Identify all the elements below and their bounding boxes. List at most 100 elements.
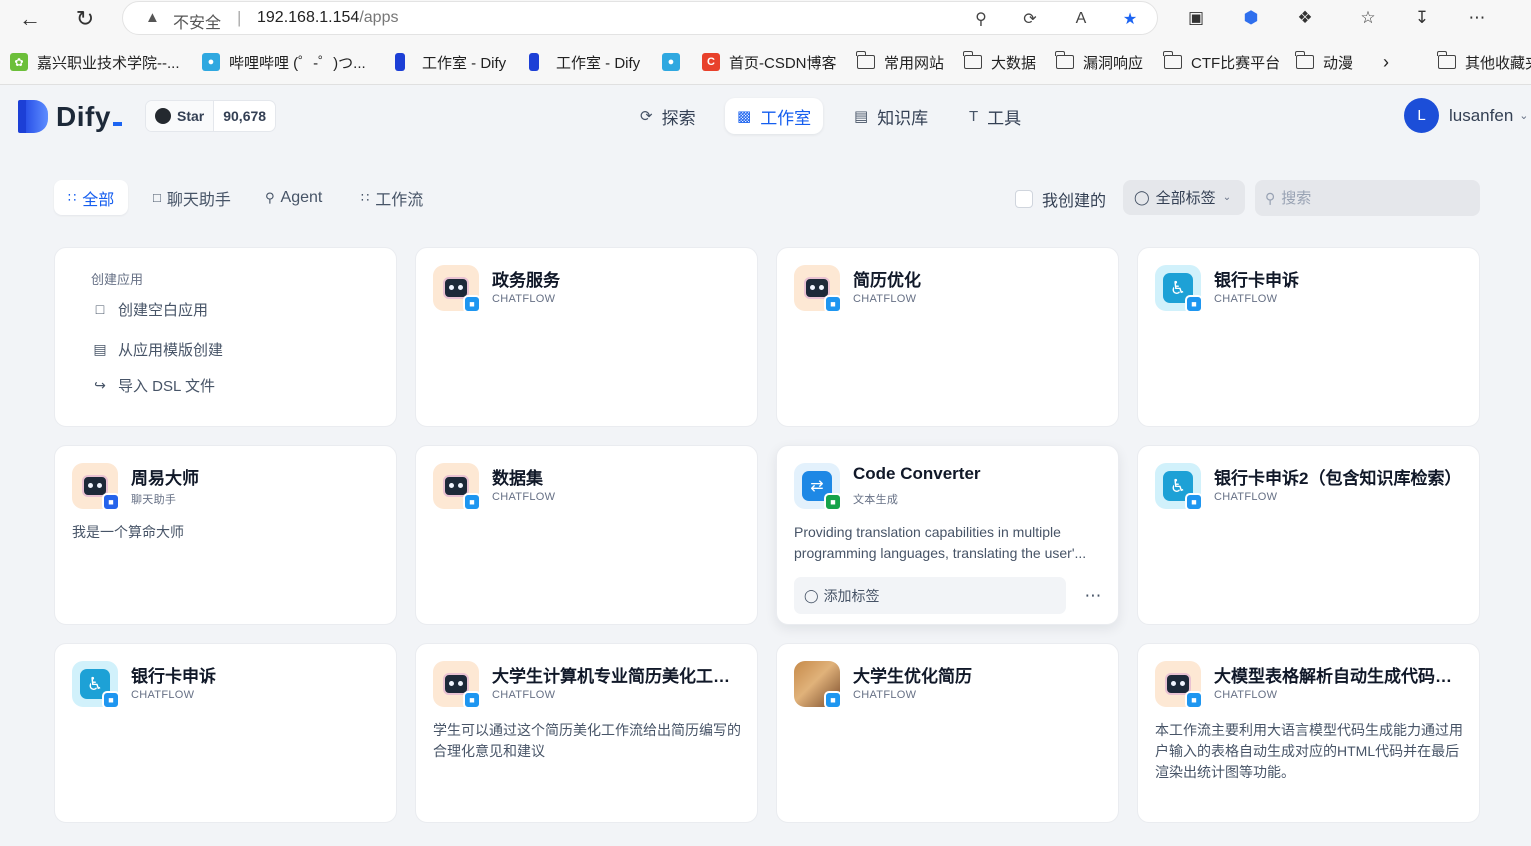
address-bar[interactable]: ▲ 不安全 | 192.168.1.154/apps ⚲ ⟳ A ★ xyxy=(122,1,1158,35)
created-by-me-checkbox[interactable] xyxy=(1015,190,1033,208)
chat-assistant-badge-icon: ■ xyxy=(102,493,120,511)
chatflow-badge-icon: ■ xyxy=(1185,691,1203,709)
folder-icon xyxy=(856,51,875,69)
search-box[interactable]: ⚲ xyxy=(1255,180,1480,216)
nav-tools[interactable]: Τ 工具 xyxy=(957,98,1033,134)
avatar: L xyxy=(1404,98,1439,133)
extension-game-icon[interactable]: ▣ xyxy=(1183,5,1209,31)
read-aloud-icon[interactable]: A xyxy=(1069,7,1093,31)
create-blank-app-button[interactable]: □ 创建空白应用 xyxy=(91,298,208,320)
search-input[interactable] xyxy=(1281,189,1462,207)
reload-icon[interactable]: ↻ xyxy=(70,4,100,34)
app-card[interactable]: ♿ ■ 银行卡申诉 CHATFLOW xyxy=(54,643,397,823)
chatflow-badge-icon: ■ xyxy=(824,691,842,709)
edge-icon[interactable]: ⟳ xyxy=(1018,7,1042,31)
import-dsl-button[interactable]: ↪ 导入 DSL 文件 xyxy=(91,374,215,396)
app-description: Providing translation capabilities in mu… xyxy=(794,524,1087,561)
template-icon: ▤ xyxy=(93,340,107,357)
chatflow-badge-icon: ■ xyxy=(824,295,842,313)
nav-knowledge[interactable]: ▤ 知识库 xyxy=(842,98,940,134)
tag-filter-select[interactable]: ◯ 全部标签 ⌄ xyxy=(1123,180,1245,215)
chat-icon: □ xyxy=(153,190,161,205)
bookmark-folder-vuln[interactable]: 漏洞响应 xyxy=(1055,51,1143,73)
app-type: CHATFLOW xyxy=(131,689,195,701)
logo-text: Dify xyxy=(56,101,122,133)
tab-workflow[interactable]: ∷ 工作流 xyxy=(347,180,437,215)
app-name: 政务服务 xyxy=(492,271,560,290)
tag-filter-label: 全部标签 xyxy=(1155,190,1216,207)
bookmark-label: 嘉兴职业技术学院--... xyxy=(37,54,180,72)
github-star-button[interactable]: Star 90,678 xyxy=(145,100,277,132)
bookmark-label: 常用网站 xyxy=(884,54,945,72)
app-card[interactable]: ■ 大学生优化简历 CHATFLOW xyxy=(776,643,1119,823)
app-card[interactable]: ♿ ■ 银行卡申诉2（包含知识库检索） CHATFLOW xyxy=(1137,445,1480,625)
bookmark-folder-common[interactable]: 常用网站 xyxy=(856,51,945,73)
user-menu[interactable]: L lusanfen ⌄ xyxy=(1404,98,1529,133)
nav-explore[interactable]: ⟳ 探索 xyxy=(628,98,708,134)
zoom-icon[interactable]: ⚲ xyxy=(969,7,993,31)
bookmark-folder-ctf[interactable]: CTF比赛平台 xyxy=(1163,51,1280,73)
tag-icon: ◯ xyxy=(804,587,819,603)
bookmark-dify-2[interactable]: 工作室 - Dify xyxy=(529,51,640,73)
file-plus-icon: □ xyxy=(95,301,105,317)
bookmark-folder-bigdata[interactable]: 大数据 xyxy=(963,51,1036,73)
more-icon[interactable]: ⋯ xyxy=(1464,5,1490,31)
extensions-icon[interactable]: ❖ xyxy=(1292,5,1318,31)
create-app-card: 创建应用 □ 创建空白应用 ▤ 从应用模版创建 ↪ 导入 DSL 文件 xyxy=(54,247,397,427)
folder-icon xyxy=(1163,51,1182,69)
app-card[interactable]: ♿ ■ 银行卡申诉 CHATFLOW xyxy=(1137,247,1480,427)
tag-icon: ◯ xyxy=(1134,189,1150,205)
extension-cube-icon[interactable]: ⬢ xyxy=(1238,5,1264,31)
app-card[interactable]: ■ 简历优化 CHATFLOW xyxy=(776,247,1119,427)
workflow-icon: ∷ xyxy=(361,189,370,205)
bookmark-dify-1[interactable]: 工作室 - Dify xyxy=(395,51,506,73)
bookmark-label: 首页-CSDN博客 xyxy=(729,54,837,72)
tab-chat-assistant[interactable]: □ 聊天助手 xyxy=(139,180,245,215)
tab-agent[interactable]: ⚲ Agent xyxy=(251,180,336,215)
warning-icon: ▲ xyxy=(145,9,160,26)
bookmark-csdn[interactable]: C 首页-CSDN博客 xyxy=(702,51,837,73)
app-type: CHATFLOW xyxy=(492,689,556,701)
bookmark-folder-anime[interactable]: 动漫 xyxy=(1295,51,1353,73)
create-from-template-button[interactable]: ▤ 从应用模版创建 xyxy=(91,338,223,360)
app-description: 本工作流主要利用大语言模型代码生成能力通过用户输入的表格自动生成对应的HTML代… xyxy=(1155,722,1463,780)
bookmark-folder-other[interactable]: 其他收藏夹 xyxy=(1437,51,1531,73)
app-name: 大模型表格解析自动生成代码生... xyxy=(1214,667,1464,686)
chatflow-badge-icon: ■ xyxy=(102,691,120,709)
app-type: CHATFLOW xyxy=(1214,491,1278,503)
add-tag-button[interactable]: ◯ 添加标签 xyxy=(794,577,1066,614)
bookmark-bilibili[interactable]: ● 哔哩哔哩 (゜-゜)つ... xyxy=(202,51,366,73)
download-icon[interactable]: ↧ xyxy=(1409,5,1435,31)
csdn-icon: C xyxy=(702,53,720,71)
app-name: 数据集 xyxy=(492,469,543,488)
agent-icon: ⚲ xyxy=(265,189,275,205)
bookmark-label: 其他收藏夹 xyxy=(1465,54,1531,72)
created-by-me-filter[interactable]: 我创建的 xyxy=(1015,187,1106,211)
app-card[interactable]: ■ 政务服务 CHATFLOW xyxy=(415,247,758,427)
app-card[interactable]: ■ 周易大师 聊天助手 我是一个算命大师 xyxy=(54,445,397,625)
favorites-icon[interactable]: ☆ xyxy=(1355,5,1381,31)
folder-icon xyxy=(1055,51,1074,69)
more-options-icon[interactable]: ⋯ xyxy=(1080,584,1106,608)
text-generation-badge-icon: ■ xyxy=(824,493,842,511)
bookmark-jxvtc[interactable]: ✿ 嘉兴职业技术学院--... xyxy=(10,51,180,73)
dify-logo[interactable]: Dify xyxy=(18,100,122,133)
bookmark-bilibili-2[interactable]: ● xyxy=(662,51,689,73)
app-description: 我是一个算命大师 xyxy=(72,524,184,540)
app-name: 周易大师 xyxy=(131,469,199,488)
app-card[interactable]: ■ 大学生计算机专业简历美化工作流 CHATFLOW 学生可以通过这个简历美化工… xyxy=(415,643,758,823)
favorite-star-icon[interactable]: ★ xyxy=(1118,7,1142,31)
nav-studio[interactable]: ▩ 工作室 xyxy=(725,98,824,134)
tab-all[interactable]: ∷ 全部 xyxy=(54,180,129,215)
back-icon[interactable]: ← xyxy=(15,4,45,34)
app-name: 简历优化 xyxy=(853,271,921,290)
app-type: CHATFLOW xyxy=(492,293,556,305)
chevron-down-icon: ⌄ xyxy=(1519,110,1529,122)
app-card[interactable]: ■ 大模型表格解析自动生成代码生... CHATFLOW 本工作流主要利用大语言… xyxy=(1137,643,1480,823)
chevron-right-icon[interactable]: › xyxy=(1383,51,1389,73)
leaf-icon: ✿ xyxy=(10,53,28,71)
folder-icon xyxy=(963,51,982,69)
app-card[interactable]: ■ 数据集 CHATFLOW xyxy=(415,445,758,625)
app-card[interactable]: ⇄ ■ Code Converter 文本生成 Providing transl… xyxy=(776,445,1119,625)
grid-icon: ∷ xyxy=(68,189,77,205)
